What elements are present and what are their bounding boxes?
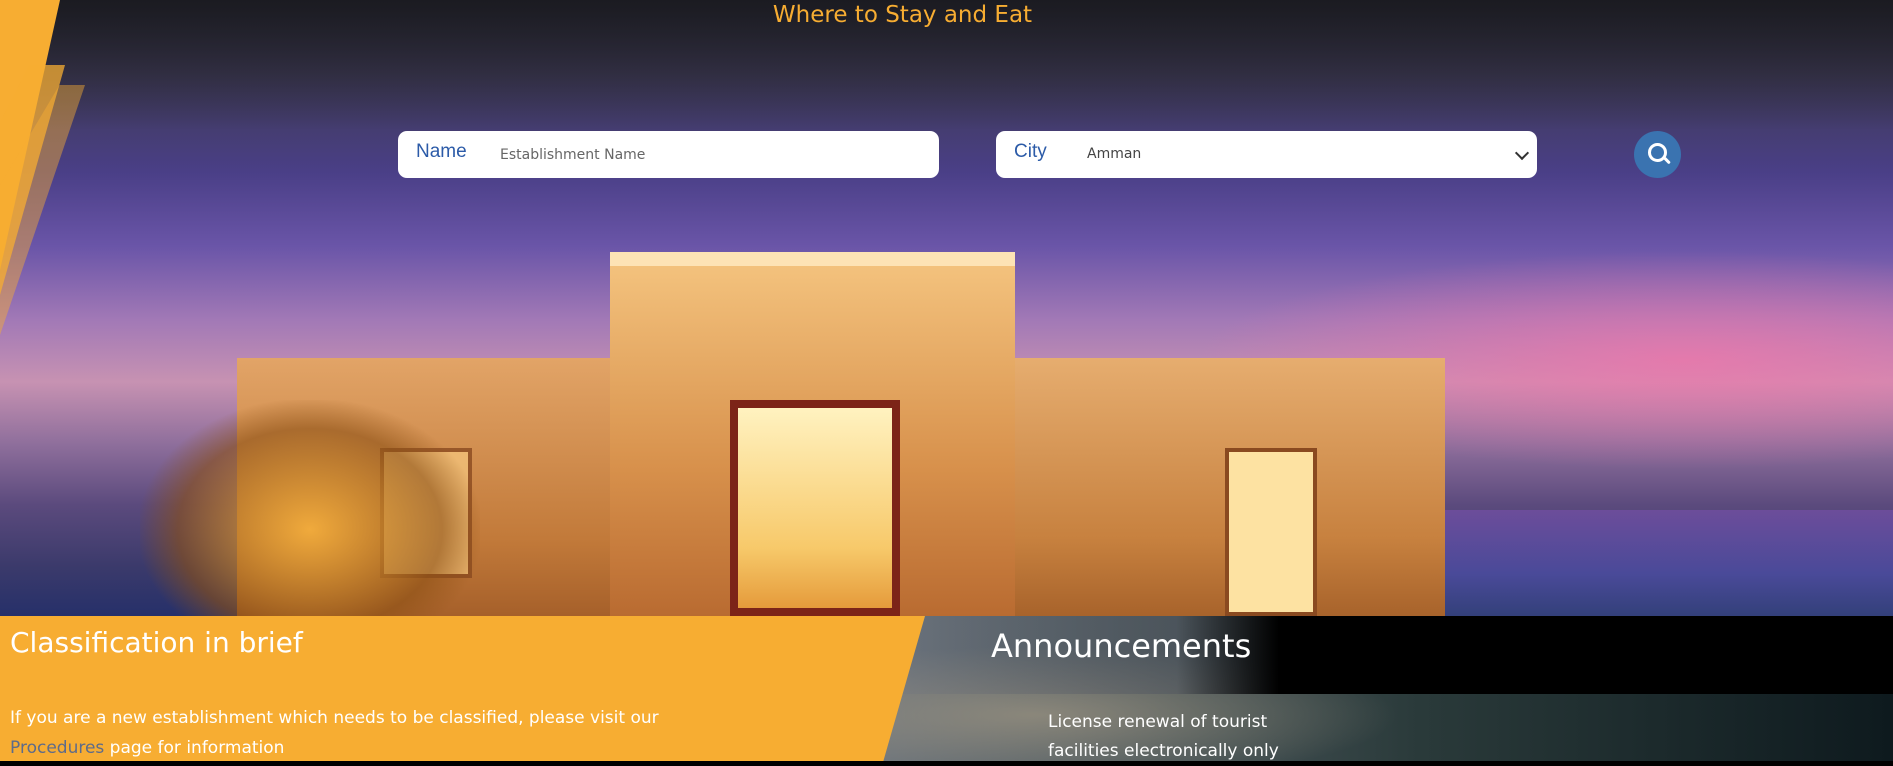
- hero-sea: [1400, 510, 1893, 616]
- classification-title: Classification in brief: [10, 626, 303, 659]
- hero-building-right-wing: [1000, 358, 1445, 616]
- establishment-name-input[interactable]: [498, 143, 922, 167]
- hero-lit-tree: [140, 400, 480, 616]
- search-button[interactable]: [1634, 131, 1681, 178]
- announcements-title: Announcements: [991, 627, 1252, 665]
- hero-banner: [0, 0, 1893, 616]
- name-search-field: Name: [398, 131, 939, 178]
- classification-text: If you are a new establishment which nee…: [10, 703, 710, 763]
- city-select-field[interactable]: City Amman: [996, 131, 1537, 178]
- classification-text-outro: page for information: [104, 738, 285, 758]
- chevron-down-icon[interactable]: [1514, 145, 1530, 161]
- city-label: City: [1014, 141, 1047, 162]
- procedures-link[interactable]: Procedures: [10, 738, 104, 758]
- hero-building-roof: [610, 252, 1015, 266]
- search-icon-handle: [1663, 156, 1671, 165]
- classification-text-intro: If you are a new establishment which nee…: [10, 708, 659, 728]
- page-title: Where to Stay and Eat: [772, 2, 1033, 28]
- hero-building-entrance: [730, 400, 900, 616]
- hero-building-window-right: [1225, 448, 1317, 616]
- name-label: Name: [416, 141, 467, 162]
- announcement-item[interactable]: License renewal of tourist facilities el…: [1048, 708, 1318, 766]
- city-select[interactable]: Amman: [1087, 146, 1141, 162]
